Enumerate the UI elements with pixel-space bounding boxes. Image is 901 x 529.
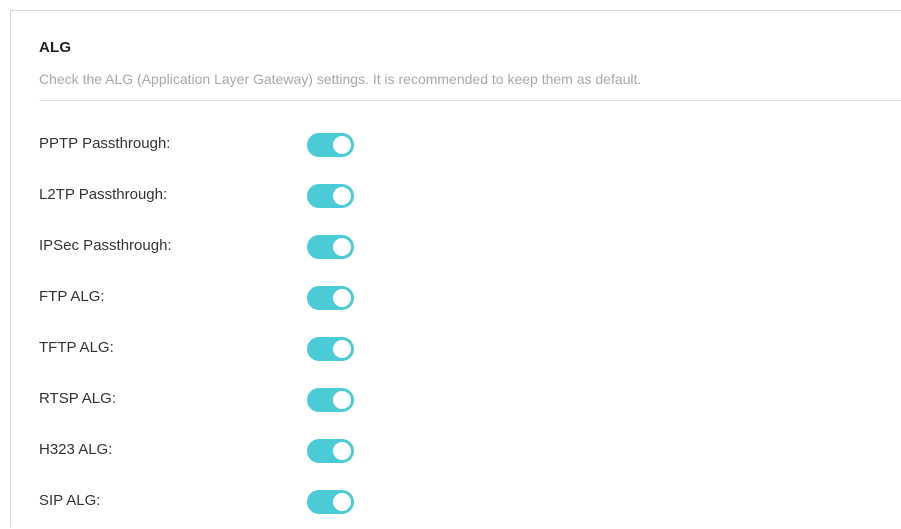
setting-row-h323-alg: H323 ALG: <box>39 427 439 478</box>
alg-settings-panel: ALG Check the ALG (Application Layer Gat… <box>10 10 901 527</box>
toggle-knob <box>333 136 351 154</box>
toggle-knob <box>333 340 351 358</box>
setting-label-rtsp-alg: RTSP ALG: <box>39 390 116 407</box>
setting-label-pptp-passthrough: PPTP Passthrough: <box>39 135 171 152</box>
toggle-knob <box>333 238 351 256</box>
section-title: ALG <box>39 39 72 56</box>
toggle-sip-alg[interactable] <box>307 490 354 514</box>
setting-row-ipsec-passthrough: IPSec Passthrough: <box>39 223 439 274</box>
toggle-knob <box>333 391 351 409</box>
toggle-h323-alg[interactable] <box>307 439 354 463</box>
setting-row-ftp-alg: FTP ALG: <box>39 274 439 325</box>
toggle-ipsec-passthrough[interactable] <box>307 235 354 259</box>
setting-row-l2tp-passthrough: L2TP Passthrough: <box>39 172 439 223</box>
setting-label-tftp-alg: TFTP ALG: <box>39 339 114 356</box>
setting-label-ftp-alg: FTP ALG: <box>39 288 105 305</box>
toggle-pptp-passthrough[interactable] <box>307 133 354 157</box>
setting-label-h323-alg: H323 ALG: <box>39 441 113 458</box>
toggle-rtsp-alg[interactable] <box>307 388 354 412</box>
toggle-l2tp-passthrough[interactable] <box>307 184 354 208</box>
setting-row-sip-alg: SIP ALG: <box>39 478 439 529</box>
setting-label-ipsec-passthrough: IPSec Passthrough: <box>39 237 172 254</box>
toggle-ftp-alg[interactable] <box>307 286 354 310</box>
toggle-knob <box>333 289 351 307</box>
section-description: Check the ALG (Application Layer Gateway… <box>39 71 642 87</box>
setting-row-tftp-alg: TFTP ALG: <box>39 325 439 376</box>
toggle-knob <box>333 442 351 460</box>
settings-list: PPTP Passthrough: L2TP Passthrough: IPSe… <box>39 121 439 529</box>
toggle-knob <box>333 493 351 511</box>
setting-label-l2tp-passthrough: L2TP Passthrough: <box>39 186 168 203</box>
setting-row-rtsp-alg: RTSP ALG: <box>39 376 439 427</box>
toggle-tftp-alg[interactable] <box>307 337 354 361</box>
divider <box>39 100 901 101</box>
setting-label-sip-alg: SIP ALG: <box>39 492 101 509</box>
setting-row-pptp-passthrough: PPTP Passthrough: <box>39 121 439 172</box>
toggle-knob <box>333 187 351 205</box>
